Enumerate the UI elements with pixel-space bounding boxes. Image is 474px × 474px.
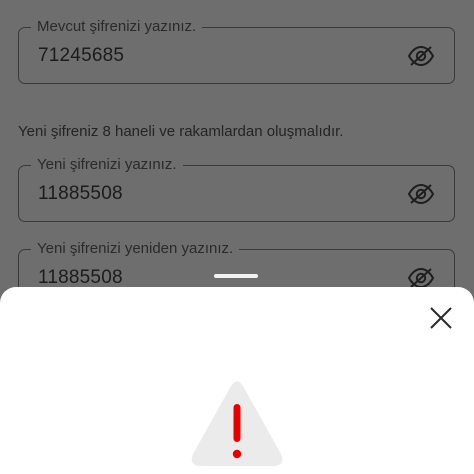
close-icon[interactable] xyxy=(428,305,454,331)
eye-off-icon[interactable] xyxy=(407,183,435,205)
password-rule-hint: Yeni şifreniz 8 haneli ve rakamlardan ol… xyxy=(18,123,344,140)
new-password-label: Yeni şifrenizi yazınız. xyxy=(31,155,183,175)
current-password-field[interactable]: Mevcut şifrenizi yazınız. 71245685 xyxy=(18,17,455,84)
eye-off-icon[interactable] xyxy=(407,45,435,67)
new-password-value[interactable]: 11885508 xyxy=(38,182,123,206)
current-password-label: Mevcut şifrenizi yazınız. xyxy=(31,17,203,37)
change-password-screen: Mevcut şifrenizi yazınız. 71245685 Yeni … xyxy=(0,0,474,474)
current-password-value[interactable]: 71245685 xyxy=(38,44,124,68)
sheet-drag-handle[interactable] xyxy=(214,274,258,278)
eye-off-icon[interactable] xyxy=(407,267,435,289)
new-password-field[interactable]: Yeni şifrenizi yazınız. 11885508 xyxy=(18,155,455,222)
warning-triangle-icon xyxy=(191,381,283,466)
confirm-password-label: Yeni şifrenizi yeniden yazınız. xyxy=(31,239,240,259)
